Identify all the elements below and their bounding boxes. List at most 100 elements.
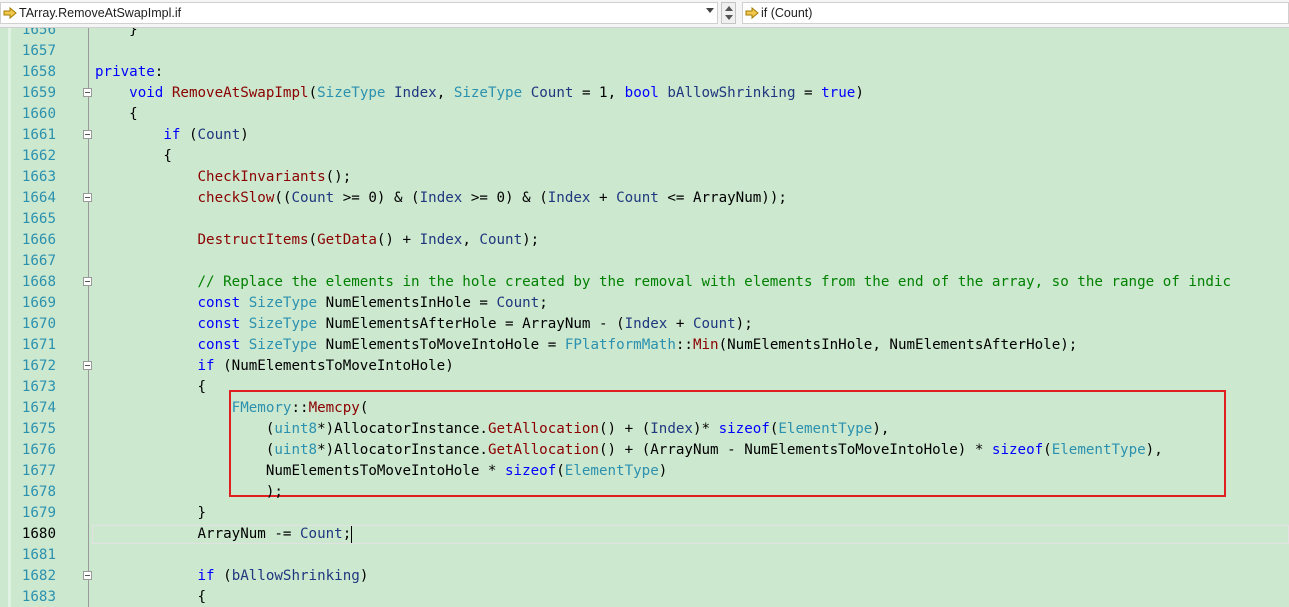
code-text: if (bAllowShrinking) [95, 566, 369, 587]
code-text: (uint8*)AllocatorInstance.GetAllocation(… [95, 440, 1163, 461]
collapse-icon[interactable] [83, 130, 92, 139]
code-text: if (Count) [95, 125, 249, 146]
code-line[interactable]: 1678 ); [0, 482, 1289, 503]
split-button[interactable] [721, 2, 736, 24]
code-line[interactable]: 1666 DestructItems(GetData() + Index, Co… [0, 230, 1289, 251]
line-number: 1663 [21, 169, 56, 185]
code-token: Index [650, 421, 693, 437]
code-token: SizeType [248, 316, 318, 332]
scope-label: TArray.RemoveAtSwapImpl.if [19, 6, 182, 20]
code-token: if [163, 127, 181, 143]
code-line[interactable]: 1675 (uint8*)AllocatorInstance.GetAlloca… [0, 419, 1289, 440]
line-number: 1669 [21, 295, 56, 311]
member-dropdown[interactable]: if (Count) [742, 2, 1289, 24]
code-line[interactable]: 1657 [0, 41, 1289, 62]
code-line[interactable]: 1668 // Replace the elements in the hole… [0, 272, 1289, 293]
code-token: GetAllocation [487, 442, 599, 458]
code-line[interactable]: 1669 const SizeType NumElementsInHole = … [0, 293, 1289, 314]
code-token: (( [274, 190, 292, 206]
code-line[interactable]: 1672 if (NumElementsToMoveIntoHole) [0, 356, 1289, 377]
code-line[interactable]: 1663 CheckInvariants(); [0, 167, 1289, 188]
code-token: sizeof [505, 463, 557, 479]
code-token: if [197, 358, 215, 374]
line-number: 1680 [21, 526, 56, 542]
code-token: ElementType [564, 463, 659, 479]
code-line[interactable]: 1665 [0, 209, 1289, 230]
collapse-icon[interactable] [83, 571, 92, 580]
code-token: NumElementsInHole = [317, 295, 497, 311]
code-token: ( [214, 568, 232, 584]
code-line[interactable]: 1664 checkSlow((Count >= 0) & (Index >= … [0, 188, 1289, 209]
code-token: // Replace the elements in the hole crea… [197, 274, 1232, 290]
collapse-icon[interactable] [83, 361, 92, 370]
dropdown-icon[interactable] [706, 8, 714, 13]
code-token: uint8 [274, 442, 318, 458]
code-token: ); [95, 484, 283, 500]
line-number: 1662 [21, 148, 56, 164]
code-line[interactable]: 1677 NumElementsToMoveIntoHole * sizeof(… [0, 461, 1289, 482]
code-token: Count [496, 295, 540, 311]
code-token: uint8 [274, 421, 318, 437]
code-token: FPlatformMath [564, 337, 676, 353]
code-token: GetData [317, 232, 377, 248]
code-token: Count [197, 127, 241, 143]
code-line[interactable]: 1667 [0, 251, 1289, 272]
code-line[interactable]: 1660 { [0, 104, 1289, 125]
line-number: 1656 [21, 28, 56, 38]
collapse-icon[interactable] [83, 88, 92, 97]
scope-dropdown[interactable]: TArray.RemoveAtSwapImpl.if [0, 2, 718, 24]
code-token: Count [300, 526, 343, 542]
code-token: <= ArrayNum)); [658, 190, 787, 206]
code-line[interactable]: 1680 ArrayNum -= Count; [0, 524, 1289, 545]
code-token: , [436, 85, 454, 101]
code-line[interactable]: 1656 } [0, 28, 1289, 41]
code-text: ArrayNum -= Count; [95, 524, 353, 545]
code-token: + [590, 190, 617, 206]
code-token: { [95, 106, 138, 122]
code-line[interactable]: 1679 } [0, 503, 1289, 524]
line-number: 1661 [21, 127, 56, 143]
code-line[interactable]: 1681 [0, 545, 1289, 566]
code-token: { [95, 379, 207, 395]
code-token: ) [240, 127, 249, 143]
code-line[interactable]: 1674 FMemory::Memcpy( [0, 398, 1289, 419]
code-line[interactable]: 1659 void RemoveAtSwapImpl(SizeType Inde… [0, 83, 1289, 104]
code-line[interactable]: 1673 { [0, 377, 1289, 398]
code-token: bool [624, 85, 659, 101]
line-number: 1674 [21, 400, 56, 416]
text-caret [351, 525, 353, 543]
code-token: Min [692, 337, 719, 353]
line-number: 1670 [21, 316, 56, 332]
code-token: ), [872, 421, 890, 437]
code-token: ) [658, 463, 668, 479]
code-text: private: [95, 62, 163, 83]
code-line[interactable]: 1683 { [0, 587, 1289, 607]
code-line[interactable]: 1682 if (bAllowShrinking) [0, 566, 1289, 587]
code-line[interactable]: 1670 const SizeType NumElementsAfterHole… [0, 314, 1289, 335]
code-token: if [197, 568, 215, 584]
code-line[interactable]: 1671 const SizeType NumElementsToMoveInt… [0, 335, 1289, 356]
collapse-icon[interactable] [83, 277, 92, 286]
code-line[interactable]: 1676 (uint8*)AllocatorInstance.GetAlloca… [0, 440, 1289, 461]
code-text: if (NumElementsToMoveIntoHole) [95, 356, 454, 377]
collapse-icon[interactable] [83, 193, 92, 202]
code-line[interactable]: 1661 if (Count) [0, 125, 1289, 146]
code-line[interactable]: 1658 private: [0, 62, 1289, 83]
code-token: = 1, [573, 85, 625, 101]
code-token: sizeof [718, 421, 770, 437]
code-token: Index [624, 316, 668, 332]
code-editor[interactable]: 1656 } 1657 1658 private: 1659 void RemoveAt… [0, 28, 1289, 607]
code-text: // Replace the elements in the hole crea… [95, 272, 1232, 293]
line-number: 1675 [21, 421, 56, 437]
code-token: ); [735, 316, 753, 332]
code-line[interactable]: 1662 { [0, 146, 1289, 167]
